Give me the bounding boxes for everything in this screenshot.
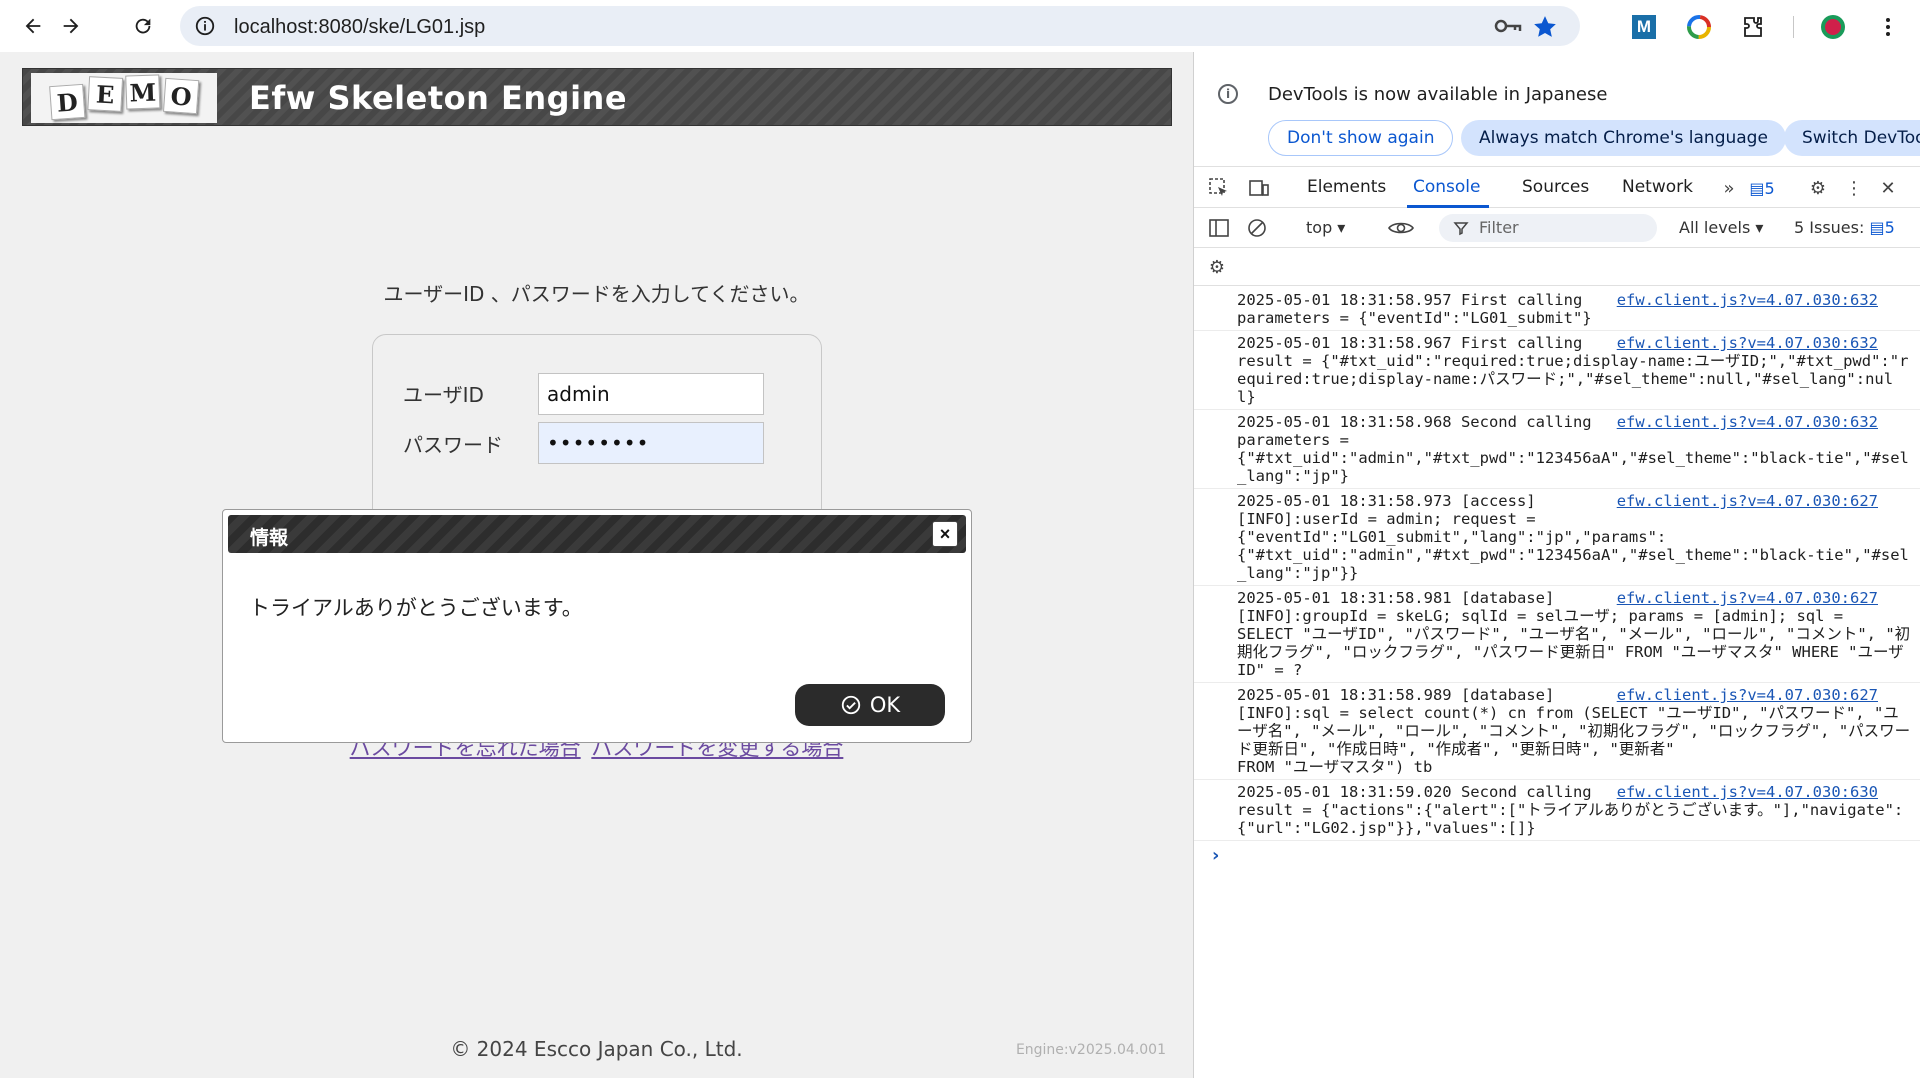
bookmark-star-icon[interactable]	[1532, 14, 1558, 40]
dialog-title: 情報	[250, 527, 289, 549]
demo-logo: D E M O	[31, 73, 217, 123]
app-title: Efw Skeleton Engine	[249, 79, 628, 117]
log-source-link[interactable]: efw.client.js?v=4.07.030:632	[1617, 413, 1878, 431]
console-log-entry: efw.client.js?v=4.07.030:627 2025-05-01 …	[1194, 489, 1920, 586]
console-log-entry: efw.client.js?v=4.07.030:632 2025-05-01 …	[1194, 410, 1920, 489]
switch-devtools-button[interactable]: Switch DevToo	[1784, 120, 1920, 156]
console-log-entry: efw.client.js?v=4.07.030:627 2025-05-01 …	[1194, 683, 1920, 780]
info-icon: i	[1218, 84, 1238, 104]
filter-placeholder: Filter	[1479, 218, 1519, 237]
password-input[interactable]: ••••••••	[538, 422, 764, 464]
issues-label: 5 Issues:	[1794, 218, 1865, 237]
device-toolbar-icon[interactable]	[1248, 177, 1270, 199]
reload-icon	[135, 18, 151, 34]
clear-console-icon[interactable]	[1246, 217, 1268, 239]
logo-tile: M	[125, 74, 161, 110]
console-prompt-chevron-icon: ›	[1212, 845, 1220, 866]
inspect-element-icon[interactable]	[1208, 177, 1230, 199]
log-source-link[interactable]: efw.client.js?v=4.07.030:632	[1617, 291, 1878, 309]
web-page: D E M O Efw Skeleton Engine ユーザーID 、パスワー…	[0, 52, 1193, 1078]
ok-button[interactable]: OK	[795, 684, 945, 726]
info-dialog: 情報 × トライアルありがとうございます。 OK	[222, 509, 972, 743]
browser-toolbar: localhost:8080/ske/LG01.jsp M	[0, 0, 1920, 52]
log-source-link[interactable]: efw.client.js?v=4.07.030:630	[1617, 783, 1878, 801]
browser-menu-icon[interactable]	[1875, 14, 1901, 40]
check-circle-icon	[841, 695, 861, 715]
issues-button[interactable]: 5 Issues: ▤5	[1794, 218, 1895, 237]
logo-tile: E	[87, 76, 124, 112]
tab-sources[interactable]: Sources	[1522, 177, 1589, 197]
console-output: efw.client.js?v=4.07.030:632 2025-05-01 …	[1194, 288, 1920, 871]
console-settings-icon[interactable]: ⚙	[1206, 256, 1228, 278]
extension-m-icon[interactable]: M	[1631, 14, 1657, 40]
dont-show-again-button[interactable]: Don't show again	[1268, 120, 1454, 156]
close-icon: ×	[939, 523, 951, 544]
devtools-settings-icon[interactable]: ⚙	[1807, 177, 1829, 199]
devtools-close-icon[interactable]: ✕	[1877, 177, 1899, 199]
toolbar-divider	[1793, 16, 1794, 38]
banner-message: DevTools is now available in Japanese	[1268, 84, 1608, 105]
profile-avatar-icon[interactable]	[1820, 14, 1846, 40]
filter-funnel-icon	[1453, 222, 1469, 236]
ok-label: OK	[869, 693, 901, 717]
arrow-left-icon	[25, 18, 41, 34]
address-bar[interactable]: localhost:8080/ske/LG01.jsp	[180, 6, 1580, 46]
log-source-link[interactable]: efw.client.js?v=4.07.030:627	[1617, 686, 1878, 704]
key-icon[interactable]	[1494, 15, 1522, 37]
password-label: パスワード	[403, 433, 503, 457]
sidebar-toggle-icon[interactable]	[1208, 217, 1230, 239]
dialog-close-button[interactable]: ×	[932, 521, 958, 547]
log-source-link[interactable]: efw.client.js?v=4.07.030:627	[1617, 589, 1878, 607]
url-text[interactable]: localhost:8080/ske/LG01.jsp	[234, 16, 485, 39]
tab-elements[interactable]: Elements	[1307, 177, 1386, 197]
user-id-input[interactable]: admin	[538, 373, 764, 415]
forward-button[interactable]	[57, 12, 85, 40]
log-source-link[interactable]: efw.client.js?v=4.07.030:627	[1617, 492, 1878, 510]
devtools-menu-icon[interactable]: ⋮	[1843, 177, 1865, 199]
engine-version: Engine:v2025.04.001	[1015, 1042, 1166, 1058]
user-id-label: ユーザID	[403, 383, 484, 407]
console-log-entry: efw.client.js?v=4.07.030:632 2025-05-01 …	[1194, 288, 1920, 331]
back-button[interactable]	[19, 12, 47, 40]
dialog-message: トライアルありがとうございます。	[249, 596, 583, 620]
message-count: 5	[1764, 178, 1775, 198]
extensions-puzzle-icon[interactable]	[1740, 14, 1766, 40]
console-log-entry: efw.client.js?v=4.07.030:630 2025-05-01 …	[1194, 780, 1920, 841]
log-levels-select[interactable]: All levels ▾	[1679, 218, 1763, 237]
tab-console[interactable]: Console	[1413, 177, 1481, 197]
app-header: D E M O Efw Skeleton Engine	[22, 68, 1172, 126]
tab-network[interactable]: Network	[1622, 177, 1693, 197]
issues-icon: ▤	[1869, 218, 1885, 237]
context-select[interactable]: top ▾	[1306, 218, 1345, 237]
issues-count: 5	[1884, 218, 1895, 237]
login-prompt: ユーザーID 、パスワードを入力してください。	[383, 282, 810, 306]
arrow-right-icon	[63, 18, 79, 34]
reload-button[interactable]	[129, 12, 157, 40]
site-info-icon[interactable]	[194, 15, 216, 37]
console-prompt-row[interactable]: ›	[1194, 841, 1920, 871]
console-log-entry: efw.client.js?v=4.07.030:627 2025-05-01 …	[1194, 586, 1920, 683]
copyright: © 2024 Escco Japan Co., Ltd.	[450, 1037, 743, 1061]
devtools-panel: i DevTools is now available in Japanese …	[1193, 52, 1920, 1078]
context-value: top	[1306, 218, 1333, 237]
console-filterbar: top ▾ Filter All levels ▾ 5 Issues: ▤5	[1194, 208, 1920, 248]
console-log-entry: efw.client.js?v=4.07.030:632 2025-05-01 …	[1194, 331, 1920, 410]
log-source-link[interactable]: efw.client.js?v=4.07.030:632	[1617, 334, 1878, 352]
match-language-button[interactable]: Always match Chrome's language	[1461, 120, 1786, 156]
dialog-titlebar[interactable]: 情報 ×	[228, 515, 966, 553]
logo-tile: O	[162, 77, 200, 115]
logo-tile: D	[49, 83, 86, 121]
console-settings-row: ⚙	[1194, 248, 1920, 286]
messages-badge[interactable]: ▤ 5	[1737, 177, 1787, 199]
language-banner: i DevTools is now available in Japanese …	[1194, 52, 1920, 162]
live-expression-eye-icon[interactable]	[1386, 217, 1416, 239]
devtools-tabbar: Elements Console Sources Network » ▤ 5 ⚙ …	[1194, 166, 1920, 208]
message-icon: ▤	[1749, 178, 1765, 198]
filter-input[interactable]: Filter	[1439, 214, 1657, 242]
extension-color-icon[interactable]	[1686, 14, 1712, 40]
log-levels-value: All levels	[1679, 218, 1751, 237]
